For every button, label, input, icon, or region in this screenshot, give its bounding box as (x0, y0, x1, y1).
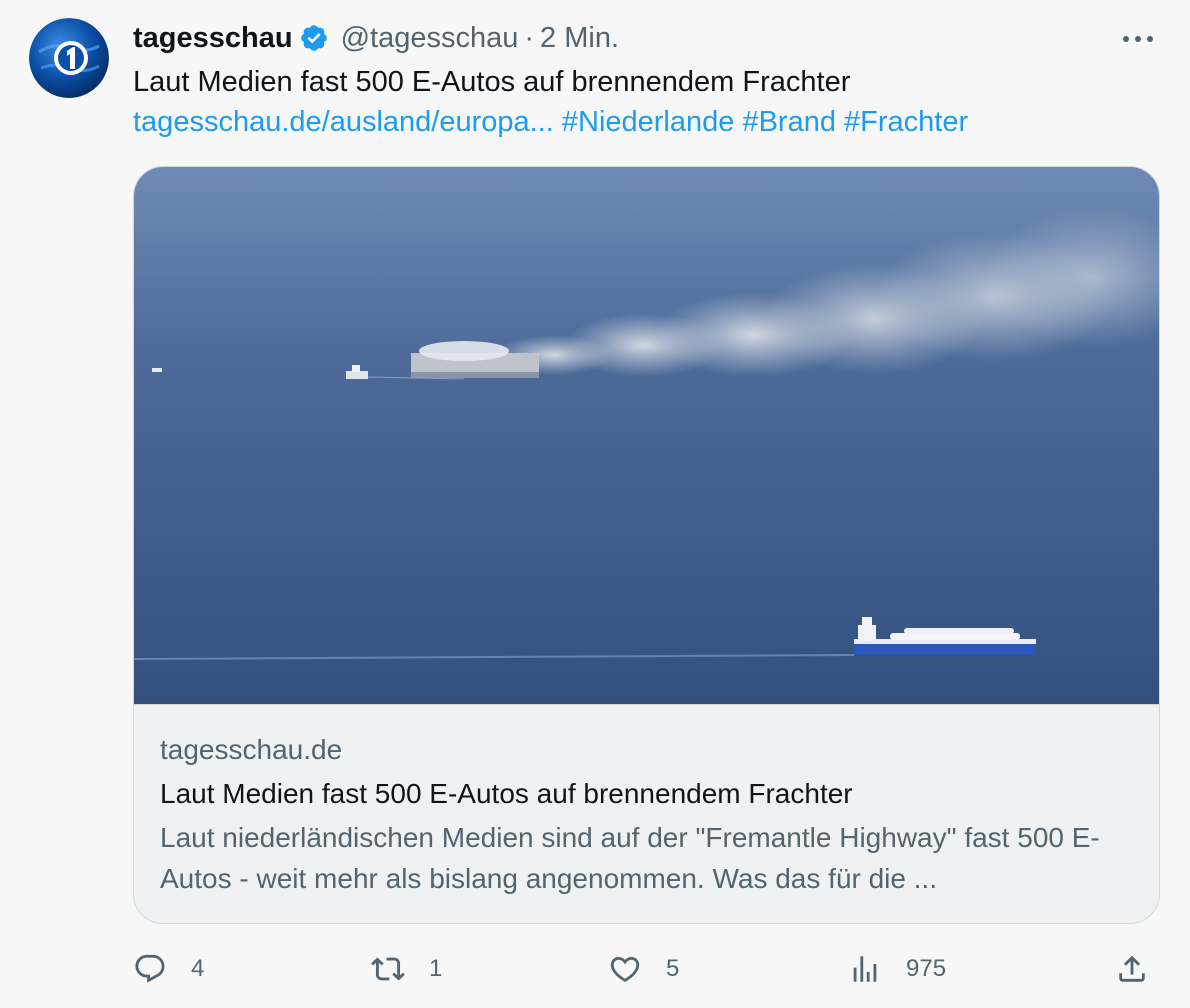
share-icon (1119, 955, 1145, 982)
views-button[interactable]: 975 (848, 945, 946, 993)
card-body: tagesschau.de Laut Medien fast 500 E-Aut… (134, 705, 1159, 899)
card-description: Laut niederländischen Medien sind auf de… (160, 822, 1100, 894)
reply-icon (135, 954, 165, 983)
separator: · (524, 21, 535, 54)
avatar[interactable] (29, 18, 109, 98)
share-button[interactable] (1115, 945, 1149, 993)
view-count: 975 (906, 955, 947, 982)
card-image (134, 167, 1159, 705)
action-bar: 4 1 5 975 (133, 945, 1163, 993)
retweet-icon (371, 957, 405, 981)
tweet-body: Laut Medien fast 500 E-Autos auf brennen… (133, 66, 851, 98)
tweet-links: tagesschau.de/ausland/europa... #Niederl… (133, 102, 1153, 142)
timestamp[interactable]: 2 Min. (540, 22, 619, 55)
hashtag-niederlande[interactable]: #Niederlande (562, 106, 735, 138)
like-icon (610, 956, 640, 982)
more-options-icon[interactable] (1118, 24, 1158, 54)
retweet-button[interactable]: 1 (371, 945, 442, 993)
tweet-header: tagesschau @tagesschau · 2 Min. (133, 20, 619, 56)
like-button[interactable]: 5 (608, 945, 679, 993)
views-icon (853, 956, 877, 982)
tweet-text: Laut Medien fast 500 E-Autos auf brennen… (133, 62, 1153, 142)
link-preview-card[interactable]: tagesschau.de Laut Medien fast 500 E-Aut… (133, 166, 1160, 924)
card-domain: tagesschau.de (160, 734, 343, 765)
tweet[interactable]: tagesschau @tagesschau · 2 Min. Laut Med… (0, 0, 1190, 1008)
hashtag-brand[interactable]: #Brand (742, 106, 836, 138)
like-count: 5 (666, 955, 680, 982)
retweet-count: 1 (429, 955, 443, 982)
handle[interactable]: @tagesschau (341, 22, 519, 55)
card-title: Laut Medien fast 500 E-Autos auf brennen… (160, 778, 853, 809)
article-link[interactable]: tagesschau.de/ausland/europa... (133, 106, 554, 138)
tagesschau-logo-icon (29, 18, 109, 98)
hashtag-frachter[interactable]: #Frachter (844, 106, 968, 138)
display-name[interactable]: tagesschau (133, 22, 293, 55)
verified-badge-icon (300, 25, 327, 51)
reply-button[interactable]: 4 (133, 945, 204, 993)
reply-count: 4 (191, 955, 205, 982)
